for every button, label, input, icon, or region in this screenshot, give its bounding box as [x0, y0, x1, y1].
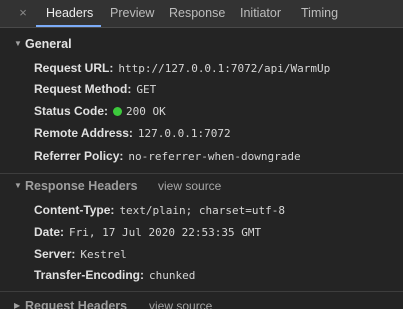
- header-value: 200 OK: [126, 105, 166, 118]
- headers-panel: ▼ General Request URL: http://127.0.0.1:7…: [0, 28, 403, 309]
- header-row-content-type: Content-Type: text/plain; charset=utf-8: [34, 201, 285, 219]
- header-key: Date:: [34, 225, 65, 239]
- tab-timing[interactable]: Timing: [301, 0, 338, 27]
- header-value: Fri, 17 Jul 2020 22:53:35 GMT: [69, 226, 262, 239]
- header-row-transfer-encoding: Transfer-Encoding: chunked: [34, 266, 195, 284]
- header-row-date: Date: Fri, 17 Jul 2020 22:53:35 GMT: [34, 223, 261, 241]
- tab-initiator[interactable]: Initiator: [240, 0, 281, 27]
- header-key: Remote Address:: [34, 126, 133, 140]
- section-request-headers-header[interactable]: ▶ Request Headers view source: [0, 295, 403, 309]
- section-general-header[interactable]: ▼ General: [0, 33, 403, 55]
- section-response-headers-header[interactable]: ▼ Response Headers view source: [0, 175, 403, 197]
- triangle-down-icon: ▼: [14, 181, 22, 190]
- header-value: text/plain; charset=utf-8: [119, 204, 286, 217]
- close-icon[interactable]: ×: [15, 4, 31, 22]
- tab-preview[interactable]: Preview: [110, 0, 154, 27]
- header-key: Server:: [34, 247, 76, 261]
- header-row-request-method: Request Method: GET: [34, 80, 156, 98]
- section-title: General: [25, 37, 72, 51]
- section-title: Response Headers: [25, 179, 138, 193]
- header-row-request-url: Request URL: http://127.0.0.1:7072/api/Wa…: [34, 59, 330, 77]
- header-row-referrer-policy: Referrer Policy: no-referrer-when-downgra…: [34, 147, 301, 165]
- header-value: no-referrer-when-downgrade: [128, 150, 301, 163]
- divider: [0, 173, 403, 174]
- header-row-remote-address: Remote Address: 127.0.0.1:7072: [34, 124, 231, 142]
- header-row-status-code: Status Code: 200 OK: [34, 102, 166, 120]
- header-key: Content-Type:: [34, 203, 115, 217]
- header-key: Transfer-Encoding:: [34, 268, 145, 282]
- triangle-right-icon: ▶: [14, 301, 21, 309]
- view-source-link[interactable]: view source: [149, 295, 212, 309]
- tab-headers[interactable]: Headers: [46, 0, 93, 27]
- details-tabbar: × Headers Preview Response Initiator Tim…: [0, 0, 403, 28]
- triangle-down-icon: ▼: [14, 39, 22, 48]
- active-tab-indicator: [36, 25, 101, 27]
- header-value: GET: [136, 83, 157, 96]
- header-key: Request Method:: [34, 82, 132, 96]
- header-row-server: Server: Kestrel: [34, 245, 127, 263]
- header-key: Status Code:: [34, 104, 109, 118]
- header-key: Referrer Policy:: [34, 149, 124, 163]
- tab-response[interactable]: Response: [169, 0, 225, 27]
- header-value: Kestrel: [80, 248, 127, 261]
- header-value: http://127.0.0.1:7072/api/WarmUp: [118, 62, 331, 75]
- header-value: chunked: [149, 269, 196, 282]
- header-key: Request URL:: [34, 61, 114, 75]
- view-source-link[interactable]: view source: [158, 175, 221, 197]
- section-title: Request Headers: [25, 299, 128, 309]
- status-dot-icon: [113, 107, 123, 116]
- header-value: 127.0.0.1:7072: [137, 127, 231, 140]
- divider: [0, 291, 403, 292]
